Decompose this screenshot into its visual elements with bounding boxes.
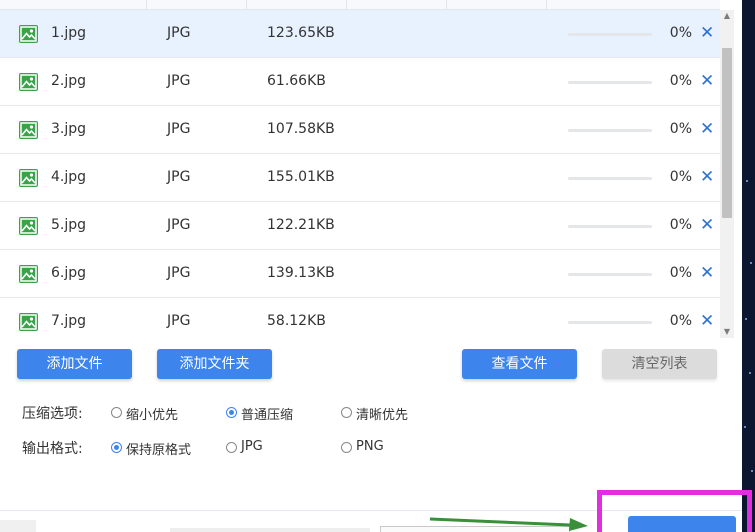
radio-dot xyxy=(111,442,122,453)
radio-label: 缩小优先 xyxy=(126,408,179,423)
output-format-label: 输出格式: xyxy=(22,441,83,457)
file-row[interactable]: 3.jpg JPG 107.58KB 0% ✕ xyxy=(0,106,720,154)
close-icon[interactable]: ✕ xyxy=(700,311,714,331)
file-name: 1.jpg xyxy=(51,25,87,41)
radio-label: 清晰优先 xyxy=(356,408,409,423)
progress-bar xyxy=(568,273,652,276)
progress-bar xyxy=(568,177,652,180)
file-row[interactable]: 1.jpg JPG 123.65KB 0% ✕ xyxy=(0,10,720,58)
file-row[interactable]: 4.jpg JPG 155.01KB 0% ✕ xyxy=(0,154,720,202)
file-row[interactable]: 6.jpg JPG 139.13KB 0% ✕ xyxy=(0,250,720,298)
progress-bar xyxy=(568,81,652,84)
header-divider xyxy=(546,0,547,10)
progress-percent: 0% xyxy=(669,217,692,233)
progress-bar xyxy=(568,225,652,228)
close-icon[interactable]: ✕ xyxy=(700,119,714,139)
compress-options: 压缩选项: 缩小优先 普通压缩 清晰优先 xyxy=(22,402,442,423)
close-icon[interactable]: ✕ xyxy=(700,263,714,283)
progress-percent: 0% xyxy=(669,121,692,137)
footer-bar xyxy=(170,528,370,532)
highlight-box xyxy=(597,490,752,532)
image-file-icon xyxy=(19,169,38,187)
file-name: 7.jpg xyxy=(51,313,87,329)
file-size: 123.65KB xyxy=(267,25,335,41)
file-type: JPG xyxy=(167,73,191,89)
image-file-icon xyxy=(19,265,38,283)
image-file-icon xyxy=(19,73,38,91)
image-file-icon xyxy=(19,121,38,139)
scrollbar-thumb[interactable] xyxy=(722,48,732,218)
file-size: 107.58KB xyxy=(267,121,335,137)
radio-label: 保持原格式 xyxy=(126,443,192,458)
progress-percent: 0% xyxy=(669,25,692,41)
radio-dot xyxy=(341,407,352,418)
close-icon[interactable]: ✕ xyxy=(700,23,714,43)
file-list: 1.jpg JPG 123.65KB 0% ✕ 2.jpg JPG 61.66KB 0% ✕ 3.j… xyxy=(0,10,720,338)
clear-list-button[interactable]: 清空列表 xyxy=(602,349,717,379)
radio-dot xyxy=(226,407,237,418)
header-divider xyxy=(446,0,447,10)
progress-percent: 0% xyxy=(669,265,692,281)
radio-dot xyxy=(111,407,122,418)
chevron-down-icon[interactable]: ▼ xyxy=(720,326,734,338)
file-type: JPG xyxy=(167,121,191,137)
list-header xyxy=(0,0,720,10)
file-name: 2.jpg xyxy=(51,73,87,89)
file-list-scrollbar[interactable]: ▲ ▼ xyxy=(720,10,734,338)
image-file-icon xyxy=(19,25,38,43)
chevron-up-icon[interactable]: ▲ xyxy=(720,10,734,22)
progress-bar xyxy=(568,33,652,36)
file-type: JPG xyxy=(167,217,191,233)
progress-bar xyxy=(568,321,652,324)
file-type: JPG xyxy=(167,265,191,281)
file-name: 5.jpg xyxy=(51,217,87,233)
output-format-options: 输出格式: 保持原格式 JPG PNG xyxy=(22,437,442,458)
radio-dot xyxy=(341,442,352,453)
header-divider xyxy=(246,0,247,10)
file-row[interactable]: 5.jpg JPG 122.21KB 0% ✕ xyxy=(0,202,720,250)
file-type: JPG xyxy=(167,169,191,185)
header-divider xyxy=(146,0,147,10)
progress-bar xyxy=(568,129,652,132)
close-icon[interactable]: ✕ xyxy=(700,71,714,91)
annotation-arrow-icon xyxy=(430,517,588,531)
view-files-button[interactable]: 查看文件 xyxy=(462,349,577,379)
file-size: 122.21KB xyxy=(267,217,335,233)
file-name: 3.jpg xyxy=(51,121,87,137)
close-icon[interactable]: ✕ xyxy=(700,215,714,235)
file-type: JPG xyxy=(167,25,191,41)
compressor-window: 1.jpg JPG 123.65KB 0% ✕ 2.jpg JPG 61.66KB 0% ✕ 3.j… xyxy=(0,0,742,532)
radio-dot xyxy=(226,442,237,453)
footer-panel xyxy=(0,520,36,532)
file-name: 4.jpg xyxy=(51,169,87,185)
radio-label: PNG xyxy=(356,439,384,454)
image-file-icon xyxy=(19,217,38,235)
radio-label: 普通压缩 xyxy=(241,408,294,423)
file-size: 155.01KB xyxy=(267,169,335,185)
progress-percent: 0% xyxy=(669,73,692,89)
close-icon[interactable]: ✕ xyxy=(700,167,714,187)
add-folder-button[interactable]: 添加文件夹 xyxy=(157,349,272,379)
file-size: 58.12KB xyxy=(267,313,326,329)
radio-label: JPG xyxy=(241,439,263,454)
file-row[interactable]: 2.jpg JPG 61.66KB 0% ✕ xyxy=(0,58,720,106)
compress-options-label: 压缩选项: xyxy=(22,406,83,422)
file-row[interactable]: 7.jpg JPG 58.12KB 0% ✕ xyxy=(0,298,720,338)
header-divider xyxy=(346,0,347,10)
file-type: JPG xyxy=(167,313,191,329)
file-size: 61.66KB xyxy=(267,73,326,89)
progress-percent: 0% xyxy=(669,313,692,329)
file-name: 6.jpg xyxy=(51,265,87,281)
file-size: 139.13KB xyxy=(267,265,335,281)
image-file-icon xyxy=(19,313,38,331)
progress-percent: 0% xyxy=(669,169,692,185)
add-file-button[interactable]: 添加文件 xyxy=(17,349,132,379)
